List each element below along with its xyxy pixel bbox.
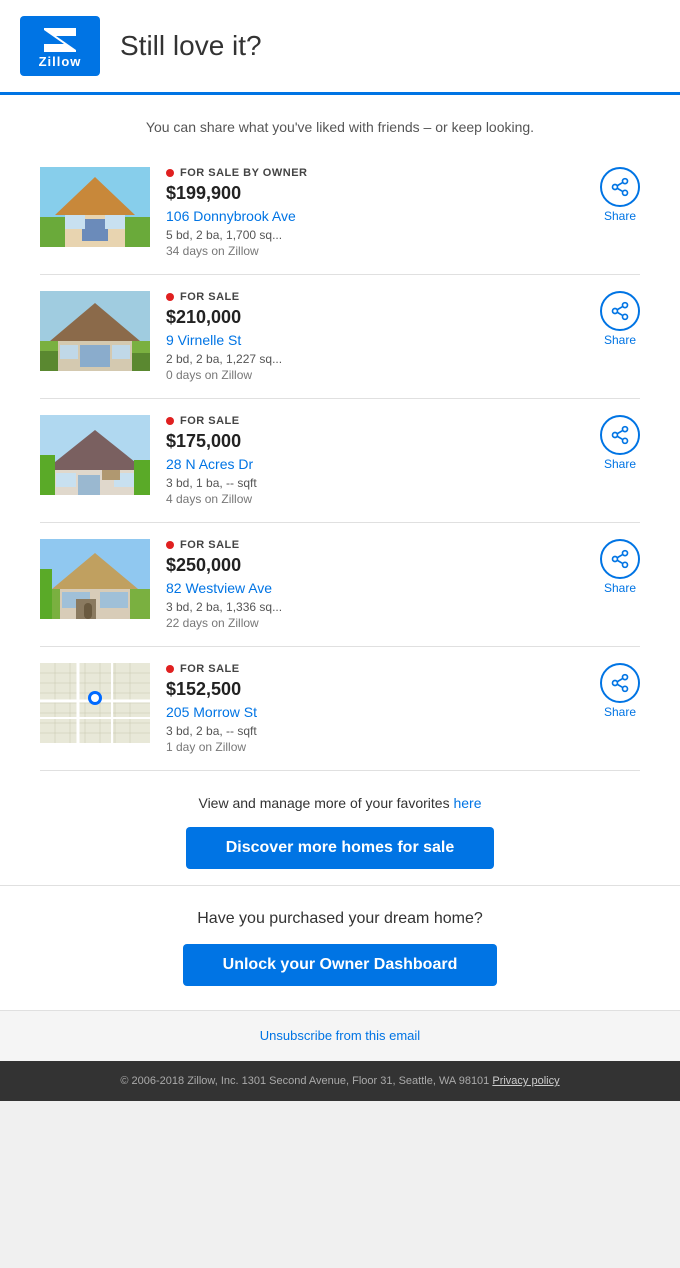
listing-badge-4: FOR SALE <box>166 539 588 551</box>
listing-specs-5: 3 bd, 2 ba, -- sqft <box>166 724 588 738</box>
share-circle-3 <box>600 415 640 455</box>
share-circle-5 <box>600 663 640 703</box>
share-icon-5 <box>610 673 630 693</box>
listing-image-2 <box>40 291 150 371</box>
share-label-2: Share <box>604 333 636 347</box>
share-icon-4 <box>610 549 630 569</box>
share-label-5: Share <box>604 705 636 719</box>
share-circle-2 <box>600 291 640 331</box>
listing-days-4: 22 days on Zillow <box>166 616 588 630</box>
listing-price-5: $152,500 <box>166 679 588 700</box>
listings-container: FOR SALE BY OWNER $199,900 106 Donnybroo… <box>0 151 680 771</box>
listing-details-3: FOR SALE $175,000 28 N Acres Dr 3 bd, 1 … <box>166 415 588 506</box>
favorites-section: View and manage more of your favorites h… <box>0 771 680 885</box>
listing-days-3: 4 days on Zillow <box>166 492 588 506</box>
share-icon-1 <box>610 177 630 197</box>
header: Zillow Still love it? <box>0 0 680 95</box>
dream-text: Have you purchased your dream home? <box>40 910 640 928</box>
listing-address-5[interactable]: 205 Morrow St <box>166 704 588 720</box>
listing-item-3: FOR SALE $175,000 28 N Acres Dr 3 bd, 1 … <box>40 399 640 523</box>
listing-specs-3: 3 bd, 1 ba, -- sqft <box>166 476 588 490</box>
share-circle-4 <box>600 539 640 579</box>
listing-price-4: $250,000 <box>166 555 588 576</box>
dream-section: Have you purchased your dream home? Unlo… <box>0 885 680 1010</box>
listing-details-2: FOR SALE $210,000 9 Virnelle St 2 bd, 2 … <box>166 291 588 382</box>
listing-badge-2: FOR SALE <box>166 291 588 303</box>
page-title: Still love it? <box>120 30 262 62</box>
for-sale-dot-3 <box>166 417 174 425</box>
unsubscribe-link[interactable]: Unsubscribe from this email <box>260 1028 420 1043</box>
listing-price-3: $175,000 <box>166 431 588 452</box>
listing-days-2: 0 days on Zillow <box>166 368 588 382</box>
favorites-here-link[interactable]: here <box>453 795 481 811</box>
listing-item-2: FOR SALE $210,000 9 Virnelle St 2 bd, 2 … <box>40 275 640 399</box>
privacy-policy-link[interactable]: Privacy policy <box>492 1075 559 1087</box>
share-icon-3 <box>610 425 630 445</box>
listing-address-3[interactable]: 28 N Acres Dr <box>166 456 588 472</box>
discover-homes-button[interactable]: Discover more homes for sale <box>186 827 495 869</box>
listing-days-5: 1 day on Zillow <box>166 740 588 754</box>
listing-image-3 <box>40 415 150 495</box>
subtitle-section: You can share what you've liked with fri… <box>0 95 680 151</box>
for-sale-dot-1 <box>166 169 174 177</box>
share-button-5[interactable]: Share <box>600 663 640 719</box>
for-sale-dot-5 <box>166 665 174 673</box>
listing-details-5: FOR SALE $152,500 205 Morrow St 3 bd, 2 … <box>166 663 588 754</box>
listing-item: FOR SALE BY OWNER $199,900 106 Donnybroo… <box>40 151 640 275</box>
listing-badge-5: FOR SALE <box>166 663 588 675</box>
listing-image-5 <box>40 663 150 743</box>
zillow-z-icon <box>40 24 80 54</box>
share-label-3: Share <box>604 457 636 471</box>
owner-dashboard-button[interactable]: Unlock your Owner Dashboard <box>183 944 498 986</box>
share-button-4[interactable]: Share <box>600 539 640 595</box>
email-container: Zillow Still love it? You can share what… <box>0 0 680 1101</box>
for-sale-dot-2 <box>166 293 174 301</box>
share-button-3[interactable]: Share <box>600 415 640 471</box>
subtitle-text: You can share what you've liked with fri… <box>20 119 660 135</box>
zillow-wordmark: Zillow <box>39 54 82 69</box>
share-button-1[interactable]: Share <box>600 167 640 223</box>
listing-badge-1: FOR SALE BY OWNER <box>166 167 588 179</box>
listing-item-4: FOR SALE $250,000 82 Westview Ave 3 bd, … <box>40 523 640 647</box>
share-circle-1 <box>600 167 640 207</box>
favorites-text: View and manage more of your favorites h… <box>40 795 640 811</box>
footer-copyright: © 2006-2018 Zillow, Inc. 1301 Second Ave… <box>120 1075 489 1087</box>
listing-address-2[interactable]: 9 Virnelle St <box>166 332 588 348</box>
listing-specs-4: 3 bd, 2 ba, 1,336 sq... <box>166 600 588 614</box>
share-button-2[interactable]: Share <box>600 291 640 347</box>
listing-specs-1: 5 bd, 2 ba, 1,700 sq... <box>166 228 588 242</box>
listing-details-1: FOR SALE BY OWNER $199,900 106 Donnybroo… <box>166 167 588 258</box>
listing-address-1[interactable]: 106 Donnybrook Ave <box>166 208 588 224</box>
footer: © 2006-2018 Zillow, Inc. 1301 Second Ave… <box>0 1061 680 1101</box>
share-label-4: Share <box>604 581 636 595</box>
for-sale-dot-4 <box>166 541 174 549</box>
listing-image-1 <box>40 167 150 247</box>
listing-address-4[interactable]: 82 Westview Ave <box>166 580 588 596</box>
unsubscribe-section: Unsubscribe from this email <box>0 1010 680 1061</box>
share-label-1: Share <box>604 209 636 223</box>
listing-item-5: FOR SALE $152,500 205 Morrow St 3 bd, 2 … <box>40 647 640 771</box>
share-icon-2 <box>610 301 630 321</box>
listing-price-1: $199,900 <box>166 183 588 204</box>
zillow-logo: Zillow <box>20 16 100 76</box>
listing-price-2: $210,000 <box>166 307 588 328</box>
listing-badge-3: FOR SALE <box>166 415 588 427</box>
listing-specs-2: 2 bd, 2 ba, 1,227 sq... <box>166 352 588 366</box>
listing-details-4: FOR SALE $250,000 82 Westview Ave 3 bd, … <box>166 539 588 630</box>
listing-image-4 <box>40 539 150 619</box>
listing-days-1: 34 days on Zillow <box>166 244 588 258</box>
